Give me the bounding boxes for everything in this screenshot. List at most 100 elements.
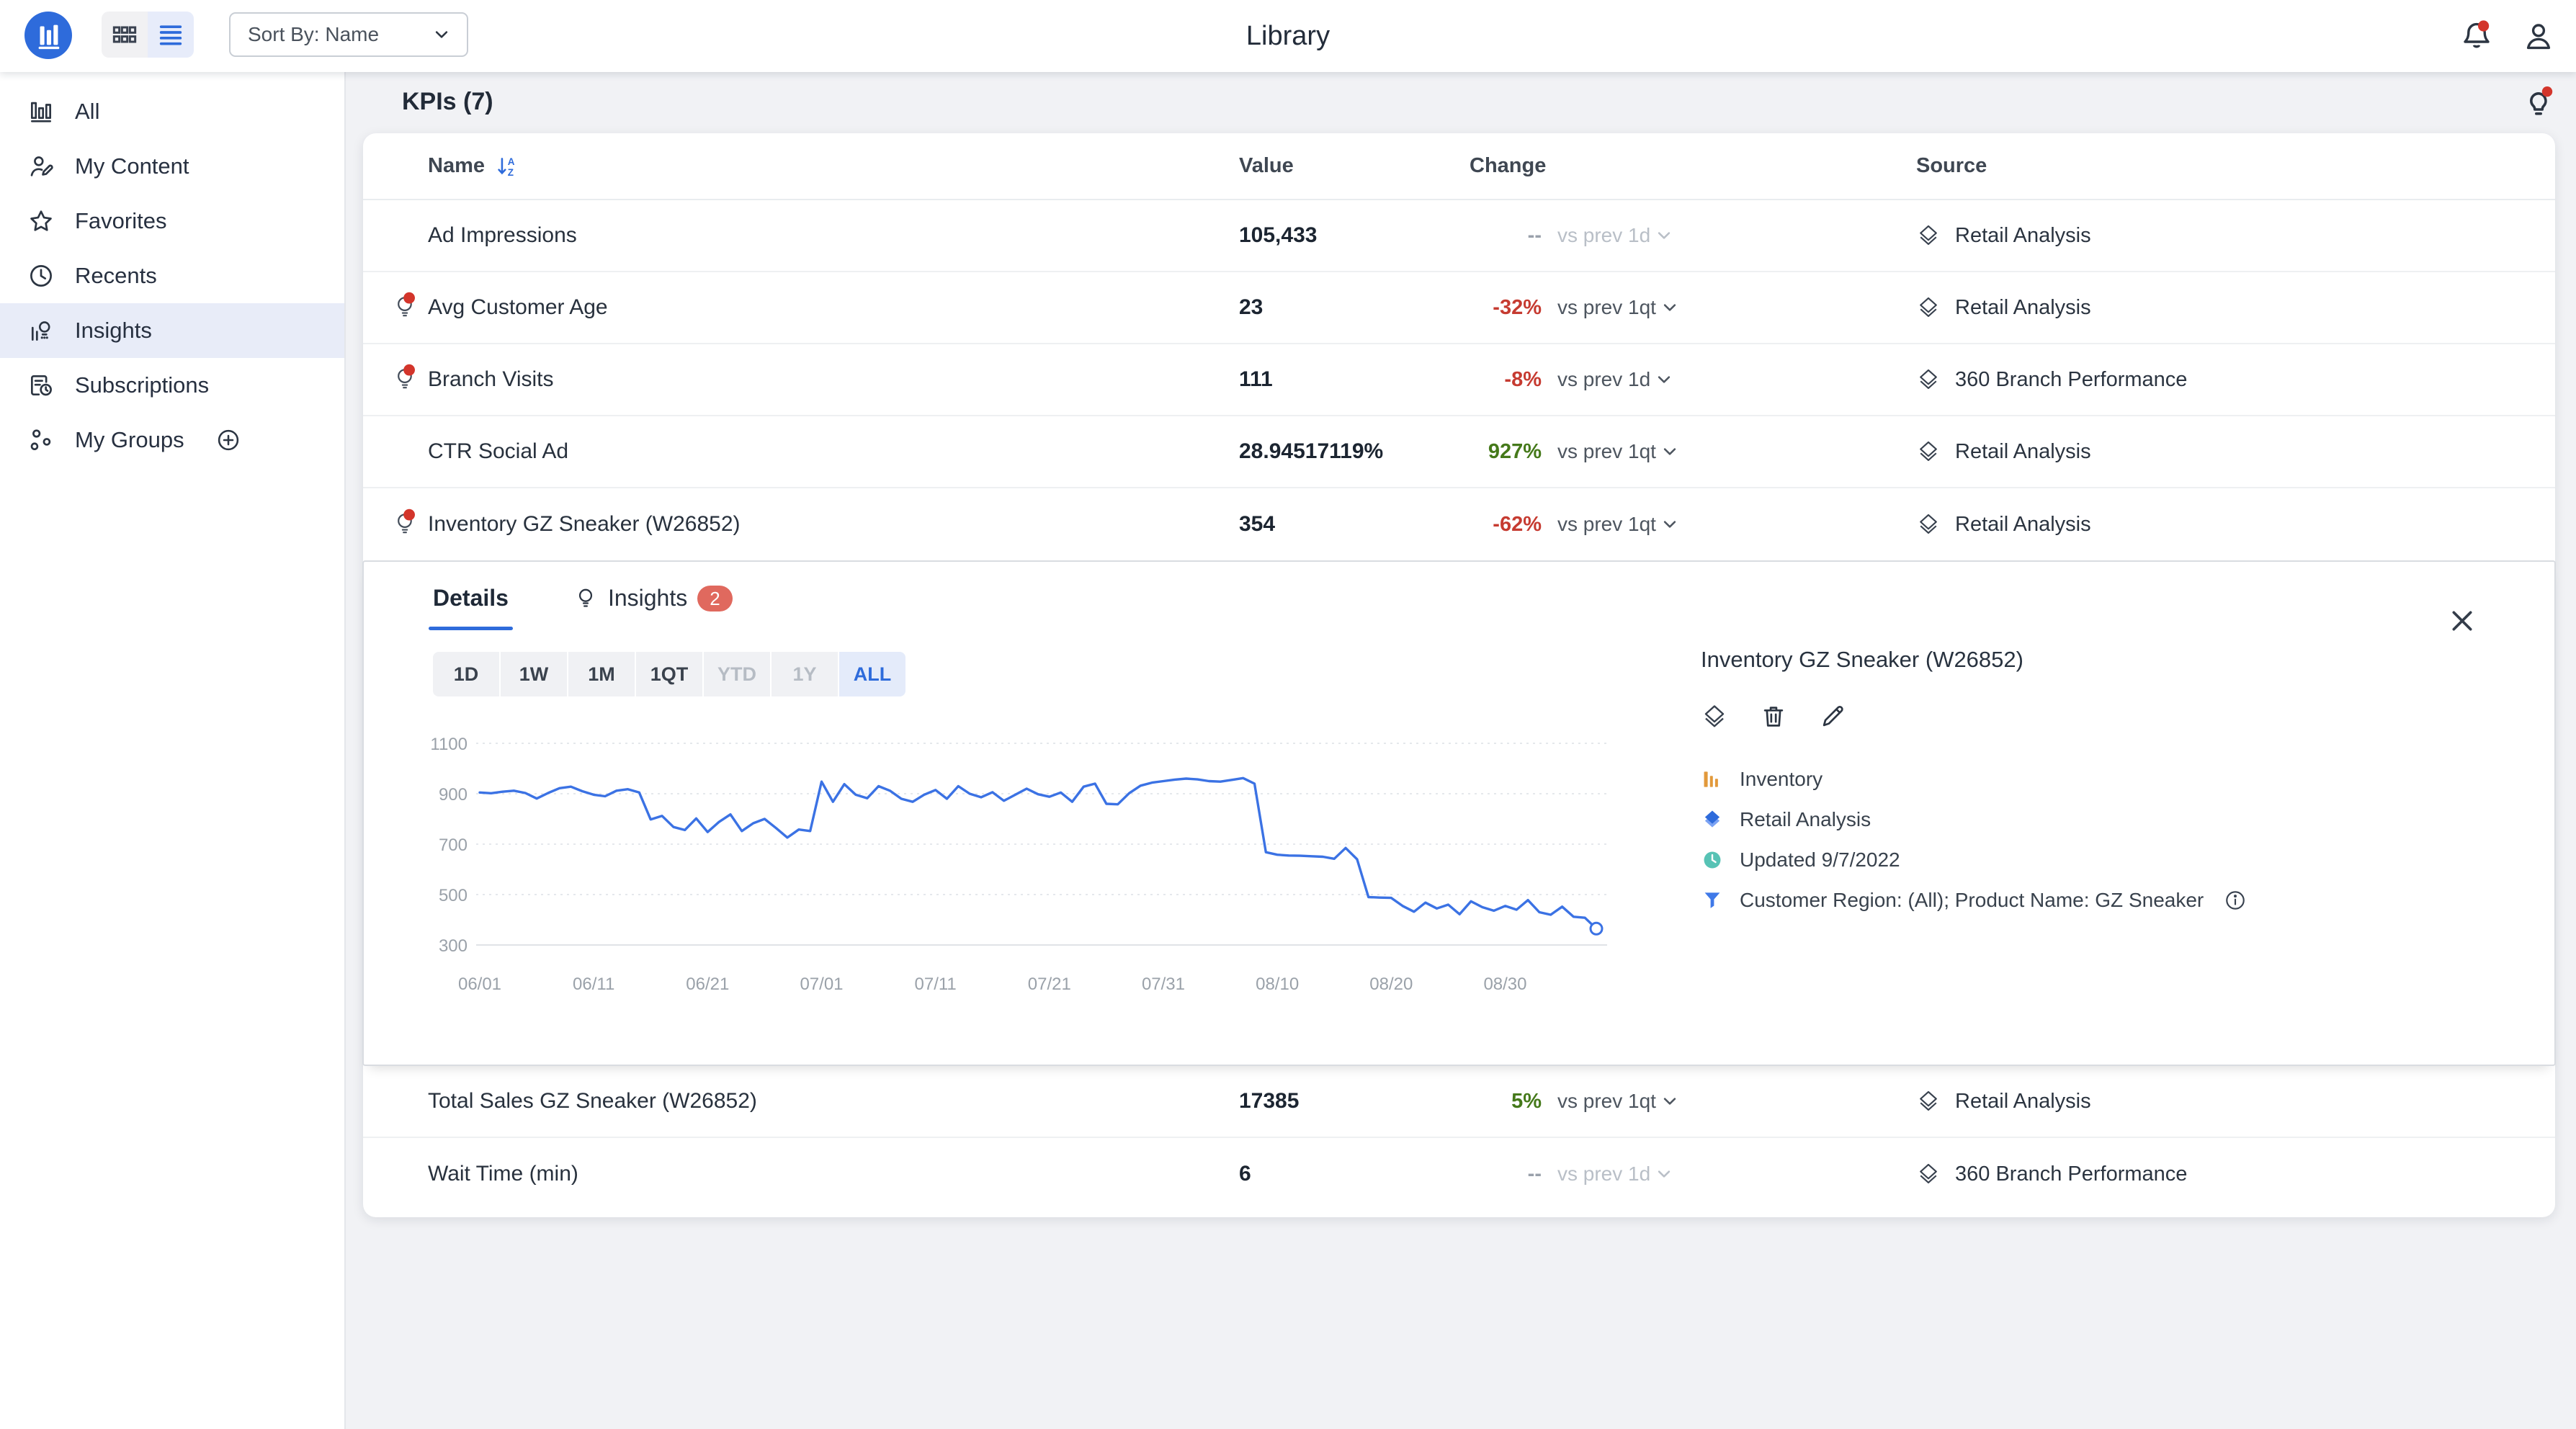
- edit-icon[interactable]: [1819, 703, 1846, 730]
- grid-view-button[interactable]: [102, 12, 148, 58]
- table-row[interactable]: Wait Time (min)6--vs prev 1d360 Branch P…: [363, 1138, 2555, 1210]
- logo-mark-icon: [32, 19, 65, 52]
- change-basis-dropdown[interactable]: vs prev 1qt: [1557, 440, 1681, 463]
- kpi-value: 6: [1239, 1162, 1470, 1186]
- source-link[interactable]: Retail Analysis: [1916, 512, 2555, 537]
- source-label: Retail Analysis: [1955, 296, 2091, 320]
- subscriptions-icon: [27, 372, 55, 399]
- add-group-icon[interactable]: [215, 427, 242, 453]
- range-button-1m[interactable]: 1M: [568, 652, 635, 696]
- change-basis-label: vs prev 1qt: [1557, 440, 1656, 463]
- change-percent: 5%: [1470, 1090, 1542, 1114]
- change-basis-dropdown[interactable]: vs prev 1d: [1557, 1163, 1675, 1186]
- change-basis-dropdown[interactable]: vs prev 1qt: [1557, 513, 1681, 536]
- person-icon[interactable]: [2521, 19, 2556, 53]
- chevron-down-icon: [1653, 1163, 1675, 1185]
- sidebar-item-all[interactable]: All: [0, 84, 344, 139]
- bell-icon[interactable]: [2459, 19, 2494, 53]
- svg-text:07/01: 07/01: [800, 975, 843, 994]
- list-view-button[interactable]: [148, 12, 194, 58]
- sidebar-item-subscriptions[interactable]: Subscriptions: [0, 358, 344, 413]
- sort-by-label: Sort By: Name: [248, 23, 431, 46]
- source-link[interactable]: 360 Branch Performance: [1916, 1162, 2555, 1186]
- kpi-change: -8%vs prev 1d: [1470, 368, 1916, 392]
- change-percent: -62%: [1470, 513, 1542, 537]
- insight-bulb-red-icon: [393, 291, 420, 318]
- close-icon[interactable]: [2448, 606, 2477, 635]
- kpi-name: Ad Impressions: [428, 223, 1239, 248]
- kpi-table: Ad Impressions105,433--vs prev 1dRetail …: [363, 200, 2555, 560]
- source-label: Retail Analysis: [1955, 1090, 2091, 1114]
- sidebar-item-my-groups[interactable]: My Groups: [0, 413, 344, 467]
- chevron-down-icon: [1659, 297, 1681, 318]
- meta-row-retail-analysis: Retail Analysis: [1701, 799, 2493, 840]
- source-diamond-icon[interactable]: [1701, 703, 1728, 730]
- source-link[interactable]: Retail Analysis: [1916, 1089, 2555, 1114]
- kpi-change: 927%vs prev 1qt: [1470, 440, 1916, 464]
- change-basis-label: vs prev 1qt: [1557, 296, 1656, 319]
- sidebar-item-insights[interactable]: Insights: [0, 303, 344, 358]
- range-button-1qt[interactable]: 1QT: [636, 652, 702, 696]
- tab-insights[interactable]: Insights2: [573, 585, 733, 630]
- table-row[interactable]: Branch Visits111-8%vs prev 1d360 Branch …: [363, 344, 2555, 416]
- table-row[interactable]: Inventory GZ Sneaker (W26852)354-62%vs p…: [363, 488, 2555, 560]
- tab-bulb-icon: [573, 586, 598, 611]
- tab-label: Details: [433, 585, 509, 612]
- sidebar-item-label: My Content: [75, 153, 189, 179]
- change-basis-dropdown[interactable]: vs prev 1d: [1557, 368, 1675, 391]
- sidebar-item-recents[interactable]: Recents: [0, 248, 344, 303]
- meta-row-inventory: Inventory: [1701, 759, 2493, 799]
- sidebar: All My Content FavoritesRecentsInsightsSub…: [0, 72, 346, 1429]
- svg-text:900: 900: [439, 785, 468, 805]
- source-diamond-icon: [1916, 295, 1941, 320]
- chevron-down-icon: [1659, 441, 1681, 462]
- app-logo[interactable]: [24, 12, 72, 59]
- clock-teal-icon: [1701, 848, 1724, 872]
- detail-panel: DetailsInsights2 1D1W1M1QTYTD1YALL 30050…: [362, 560, 2556, 1066]
- source-diamond-icon: [1916, 367, 1941, 392]
- range-button-1d[interactable]: 1D: [433, 652, 499, 696]
- tab-details[interactable]: Details: [433, 585, 509, 630]
- insight-bulb-red-icon: [393, 363, 420, 390]
- change-basis-dropdown[interactable]: vs prev 1d: [1557, 224, 1675, 247]
- kpi-value: 17385: [1239, 1089, 1470, 1114]
- svg-text:08/30: 08/30: [1483, 975, 1526, 994]
- kpi-change: 5% vs prev 1qt: [1470, 1090, 1916, 1114]
- kpi-value: 354: [1239, 512, 1470, 537]
- info-icon[interactable]: [2224, 889, 2247, 912]
- change-basis-dropdown[interactable]: vs prev 1qt: [1557, 296, 1681, 319]
- source-link[interactable]: 360 Branch Performance: [1916, 367, 2555, 392]
- source-link[interactable]: Retail Analysis: [1916, 439, 2555, 464]
- recents-icon: [27, 262, 55, 290]
- svg-text:500: 500: [439, 886, 468, 905]
- range-button-all[interactable]: ALL: [839, 652, 905, 696]
- svg-text:A: A: [508, 156, 515, 166]
- source-diamond-icon: [1916, 439, 1941, 464]
- trash-icon[interactable]: [1760, 703, 1787, 730]
- table-row[interactable]: Total Sales GZ Sneaker (W26852)173855%vs…: [363, 1066, 2555, 1138]
- source-link[interactable]: Retail Analysis: [1916, 295, 2555, 320]
- source-label: Retail Analysis: [1955, 224, 2091, 248]
- meta-label: Retail Analysis: [1740, 808, 1871, 831]
- svg-text:06/11: 06/11: [573, 975, 614, 994]
- sidebar-item-my-content[interactable]: My Content: [0, 139, 344, 194]
- source-label: Retail Analysis: [1955, 440, 2091, 464]
- sidebar-item-favorites[interactable]: Favorites: [0, 194, 344, 248]
- change-percent: --: [1470, 1163, 1542, 1186]
- my-content-icon: [27, 153, 55, 180]
- my-groups-icon: [27, 426, 55, 454]
- sort-by-dropdown[interactable]: Sort By: Name: [229, 12, 468, 57]
- source-link[interactable]: Retail Analysis: [1916, 223, 2555, 248]
- svg-text:Z: Z: [508, 166, 514, 177]
- change-basis-dropdown[interactable]: vs prev 1qt: [1557, 1090, 1681, 1113]
- column-header-source: Source: [1916, 154, 2555, 178]
- kpi-value: 28.94517119%: [1239, 439, 1470, 464]
- table-row[interactable]: Ad Impressions105,433--vs prev 1dRetail …: [363, 200, 2555, 272]
- kpi-insights-bulb-button[interactable]: [2521, 85, 2556, 120]
- column-header-label: Name: [428, 154, 485, 178]
- row-insight-flag: [393, 363, 428, 396]
- table-row[interactable]: CTR Social Ad28.94517119%927%vs prev 1qt…: [363, 416, 2555, 488]
- table-row[interactable]: Avg Customer Age23-32%vs prev 1qtRetail …: [363, 272, 2555, 344]
- column-header-name[interactable]: Name AZ: [428, 154, 1239, 179]
- range-button-1w[interactable]: 1W: [501, 652, 567, 696]
